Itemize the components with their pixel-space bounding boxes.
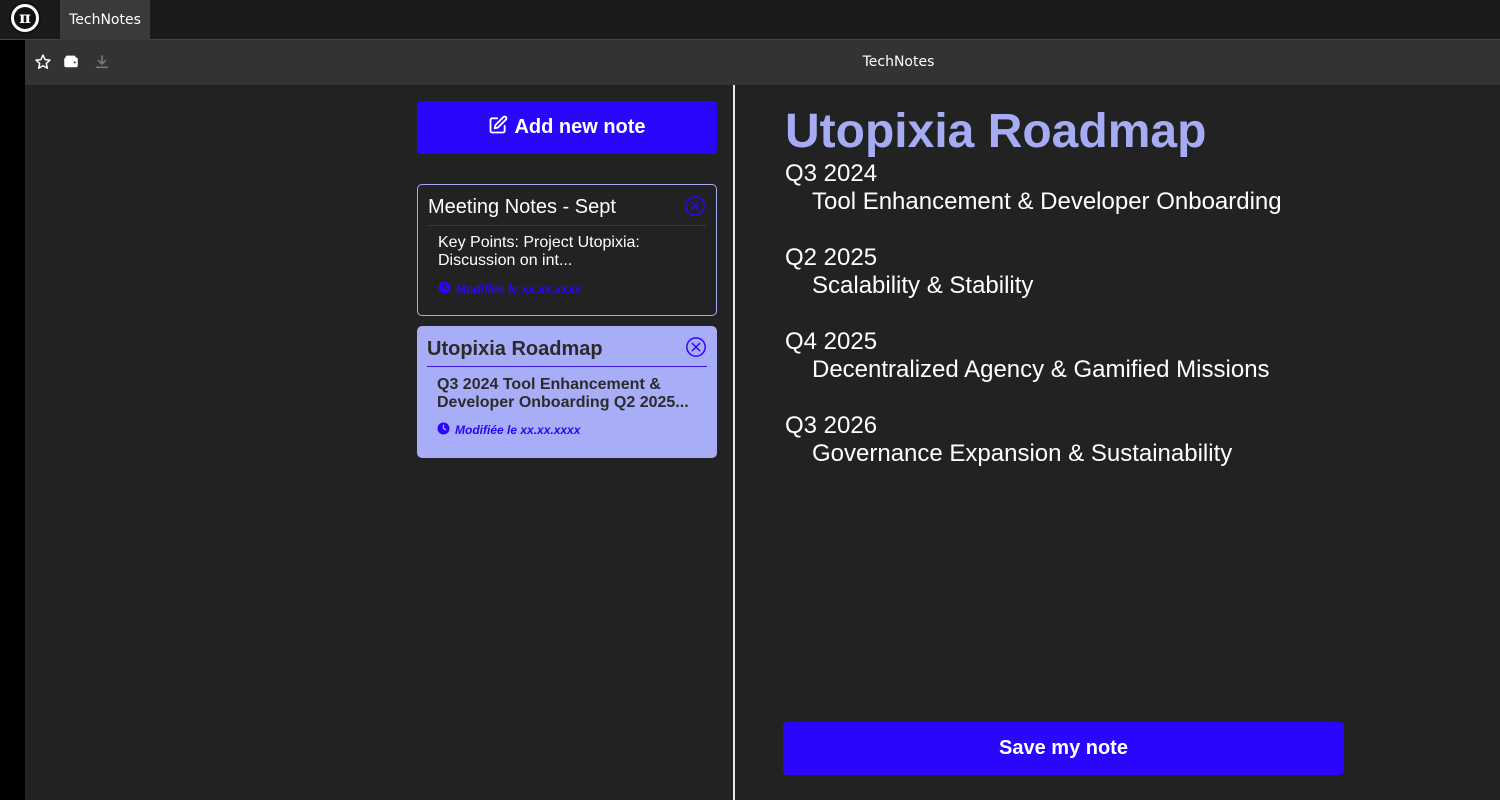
clock-icon: [437, 422, 450, 438]
note-snippet: Q3 2024 Tool Enhancement & Developer Onb…: [437, 376, 689, 411]
note-card[interactable]: Meeting Notes - Sept Key Points: Project…: [417, 184, 717, 316]
note-snippet: Key Points: Project Utopixia: Discussion…: [438, 234, 640, 269]
roadmap-quarter: Q3 2026: [785, 412, 878, 439]
roadmap-item: Q3 2024 Tool Enhancement & Developer Onb…: [785, 160, 1435, 244]
toolbar-title: TechNotes: [862, 54, 935, 70]
roadmap-description: Tool Enhancement & Developer Onboarding: [812, 188, 1282, 215]
roadmap-quarter: Q2 2025: [785, 244, 878, 271]
download-icon[interactable]: [92, 52, 112, 72]
note-editor-title[interactable]: Utopixia Roadmap: [785, 104, 1206, 159]
note-divider: [427, 366, 707, 367]
add-new-note-button[interactable]: Add new note: [417, 101, 717, 154]
tab-technotes[interactable]: TechNotes: [60, 0, 150, 40]
clock-icon: [438, 281, 451, 297]
close-circle-icon[interactable]: [684, 195, 706, 217]
roadmap-item: Q2 2025 Scalability & Stability: [785, 244, 1435, 328]
note-modified: Modifiée le xx.xx.xxxx: [438, 281, 581, 297]
left-edge-strip: [0, 40, 25, 800]
note-title: Utopixia Roadmap: [427, 338, 603, 360]
roadmap-description: Governance Expansion & Sustainability: [812, 440, 1233, 467]
roadmap-description: Decentralized Agency & Gamified Missions: [812, 356, 1270, 383]
star-icon[interactable]: [33, 52, 53, 72]
note-title: Meeting Notes - Sept: [428, 196, 616, 218]
roadmap-description: Scalability & Stability: [812, 272, 1034, 299]
note-modified: Modifiée le xx.xx.xxxx: [437, 422, 580, 438]
tab-bar: π TechNotes: [0, 0, 1500, 40]
roadmap-quarter: Q3 2024: [785, 160, 878, 187]
save-note-button[interactable]: Save my note: [783, 722, 1344, 775]
roadmap-item: Q3 2026 Governance Expansion & Sustainab…: [785, 412, 1435, 496]
add-new-note-label: Add new note: [514, 116, 646, 138]
note-modified-label: Modifiée le xx.xx.xxxx: [455, 423, 581, 437]
wallet-icon[interactable]: [61, 52, 81, 72]
close-circle-icon[interactable]: [685, 336, 707, 358]
browser-toolbar: TechNotes: [25, 40, 1500, 85]
pane-divider[interactable]: [733, 85, 735, 800]
note-modified-label: Modifiée le xx.xx.xxxx: [456, 282, 582, 296]
note-card-selected[interactable]: Utopixia Roadmap Q3 2024 Tool Enhancemen…: [417, 326, 717, 458]
roadmap-item: Q4 2025 Decentralized Agency & Gamified …: [785, 328, 1435, 412]
note-editor-body[interactable]: Q3 2024 Tool Enhancement & Developer Onb…: [785, 160, 1435, 496]
app-logo: π: [9, 2, 41, 34]
edit-note-icon: [488, 115, 508, 141]
note-divider: [428, 225, 706, 226]
roadmap-quarter: Q4 2025: [785, 328, 878, 355]
pi-logo-icon: π: [14, 7, 36, 29]
